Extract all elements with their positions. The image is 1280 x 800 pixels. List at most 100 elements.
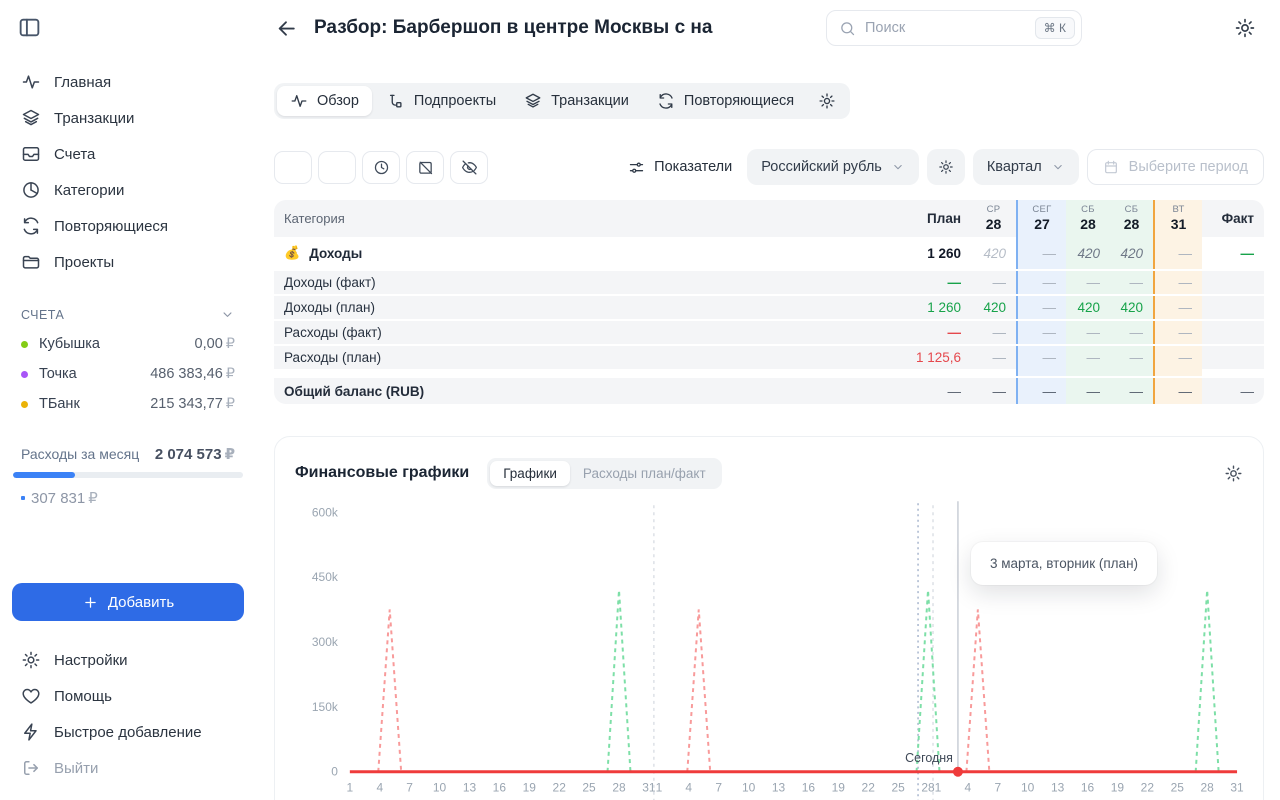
table-row[interactable]: Расходы (план)1 125,6—————: [274, 344, 1264, 369]
svg-text:1: 1: [347, 781, 354, 795]
chart-area[interactable]: 0150k300k450k600kСегодня1471013161922252…: [275, 495, 1263, 800]
accounts-section-header[interactable]: СЧЕТА: [21, 307, 235, 322]
sidebar-nav: Главная Транзакции Счета Категории Повто…: [12, 64, 244, 280]
table-cell: 420: [1110, 296, 1153, 319]
tab-label: Подпроекты: [414, 93, 496, 109]
currency-sign: ₽: [226, 336, 235, 352]
svg-text:7: 7: [406, 781, 413, 795]
search-box[interactable]: ⌘ К: [826, 10, 1082, 46]
svg-text:0: 0: [331, 765, 338, 779]
table-cell: —: [875, 378, 971, 404]
svg-text:19: 19: [1111, 781, 1125, 795]
table-row[interactable]: Расходы (факт)——————: [274, 319, 1264, 344]
sidebar-item-home[interactable]: Главная: [12, 64, 244, 100]
layers-icon: [21, 108, 41, 128]
category-emoji-icon: 💰: [284, 245, 300, 261]
table-header-row: Категория План СР28 СЕГ27 СБ28 СБ28 ВТ31…: [274, 200, 1264, 237]
sidebar-item-label: Категории: [54, 182, 124, 199]
table-cell: —: [971, 321, 1016, 344]
planned-expenses: 307 831 ₽: [21, 489, 235, 507]
sidebar-toggle-icon[interactable]: [17, 15, 42, 40]
finance-chart[interactable]: 0150k300k450k600kСегодня1471013161922252…: [275, 495, 1263, 800]
search-input[interactable]: [865, 20, 1035, 36]
column-header-day: СБ28: [1066, 200, 1110, 237]
table-cell: [1202, 321, 1264, 344]
sidebar-item-settings[interactable]: Настройки: [12, 642, 244, 678]
currency-sign: ₽: [226, 396, 235, 412]
sidebar-item-categories[interactable]: Категории: [12, 172, 244, 208]
table-row[interactable]: Доходы (факт)——————: [274, 269, 1264, 294]
sidebar-item-accounts[interactable]: Счета: [12, 136, 244, 172]
chart-mode-option[interactable]: Расходы план/факт: [570, 461, 719, 486]
activity-icon: [290, 92, 308, 110]
inbox-icon: [21, 144, 41, 164]
sidebar-item-logout[interactable]: Выйти: [12, 750, 244, 786]
table-cell: [1202, 296, 1264, 319]
chart-mode-active[interactable]: Графики: [490, 461, 570, 486]
table-row[interactable]: Доходы (план)1 260420—420420—: [274, 294, 1264, 319]
expand-rows-button[interactable]: [318, 151, 356, 184]
table-cell: —: [1202, 237, 1264, 269]
search-icon: [839, 20, 856, 37]
svg-text:4: 4: [965, 781, 972, 795]
hide-empty-button[interactable]: [450, 151, 488, 184]
app-window: Главная Транзакции Счета Категории Повто…: [0, 0, 1280, 800]
table-cell: —: [1153, 296, 1202, 319]
metrics-table: Категория План СР28 СЕГ27 СБ28 СБ28 ВТ31…: [274, 200, 1264, 404]
tab-overview[interactable]: Обзор: [277, 86, 372, 116]
calendar-off-icon: [417, 159, 434, 176]
collapse-rows-button[interactable]: [274, 151, 312, 184]
sidebar-item-transactions[interactable]: Транзакции: [12, 100, 244, 136]
table-cell: —: [1153, 378, 1202, 404]
settings-gear-icon[interactable]: [1234, 17, 1256, 39]
svg-text:13: 13: [463, 781, 477, 795]
chevron-down-icon: [285, 159, 302, 176]
table-cell: 420: [1110, 237, 1153, 269]
table-row[interactable]: Общий баланс (RUB)———————: [274, 376, 1264, 404]
indicators-button[interactable]: Показатели: [628, 159, 732, 176]
svg-text:22: 22: [862, 781, 876, 795]
hide-calendar-button[interactable]: [406, 151, 444, 184]
back-button[interactable]: [274, 16, 299, 41]
currency-select[interactable]: Российский рубль: [747, 149, 919, 185]
svg-text:Сегодня: Сегодня: [905, 751, 953, 765]
row-label: Расходы (план): [274, 346, 875, 369]
account-row[interactable]: Точка 486 383,46₽: [12, 359, 244, 389]
account-name: Кубышка: [39, 336, 100, 352]
tab-label: Обзор: [317, 93, 359, 109]
sidebar-item-label: Выйти: [54, 760, 98, 777]
sidebar-item-recurring[interactable]: Повторяющиеся: [12, 208, 244, 244]
view-buttons: [274, 151, 494, 184]
tab-transactions[interactable]: Транзакции: [511, 86, 642, 116]
svg-text:600k: 600k: [312, 505, 338, 519]
page-title: Разбор: Барбершоп в центре Москвы с на: [314, 17, 712, 39]
add-button[interactable]: Добавить: [12, 583, 244, 621]
chart-settings-gear-icon[interactable]: [1224, 464, 1243, 483]
svg-text:150k: 150k: [312, 700, 338, 714]
svg-text:7: 7: [995, 781, 1002, 795]
table-settings-button[interactable]: [927, 149, 965, 185]
charts-card: Финансовые графики ГрафикиРасходы план/ф…: [274, 436, 1264, 800]
sidebar-item-projects[interactable]: Проекты: [12, 244, 244, 280]
tab-recurring[interactable]: Повторяющиеся: [644, 86, 807, 116]
table-controls: Показатели Российский рубль Квартал Выбе…: [274, 149, 1264, 185]
gear-icon: [21, 650, 41, 670]
heart-icon: [21, 686, 41, 706]
month-expenses-value: 2 074 573: [155, 446, 222, 463]
sidebar-item-quick-add[interactable]: Быстрое добавление: [12, 714, 244, 750]
period-select[interactable]: Квартал: [973, 149, 1079, 185]
table-row[interactable]: 💰Доходы1 260420—420420——: [274, 237, 1264, 269]
table-cell: 1 260: [875, 237, 971, 269]
date-range-button[interactable]: Выберите период: [1087, 149, 1264, 185]
sidebar-item-help[interactable]: Помощь: [12, 678, 244, 714]
history-button[interactable]: [362, 151, 400, 184]
svg-text:10: 10: [433, 781, 447, 795]
account-row[interactable]: Кубышка 0,00₽: [12, 329, 244, 359]
svg-text:28: 28: [612, 781, 626, 795]
tabbar-gear-icon[interactable]: [818, 92, 836, 110]
gear-icon: [938, 159, 954, 175]
tab-subprojects[interactable]: Подпроекты: [374, 86, 509, 116]
account-row[interactable]: ТБанк 215 343,77₽: [12, 389, 244, 419]
row-label: Расходы (факт): [274, 321, 875, 344]
table-cell: —: [971, 378, 1016, 404]
